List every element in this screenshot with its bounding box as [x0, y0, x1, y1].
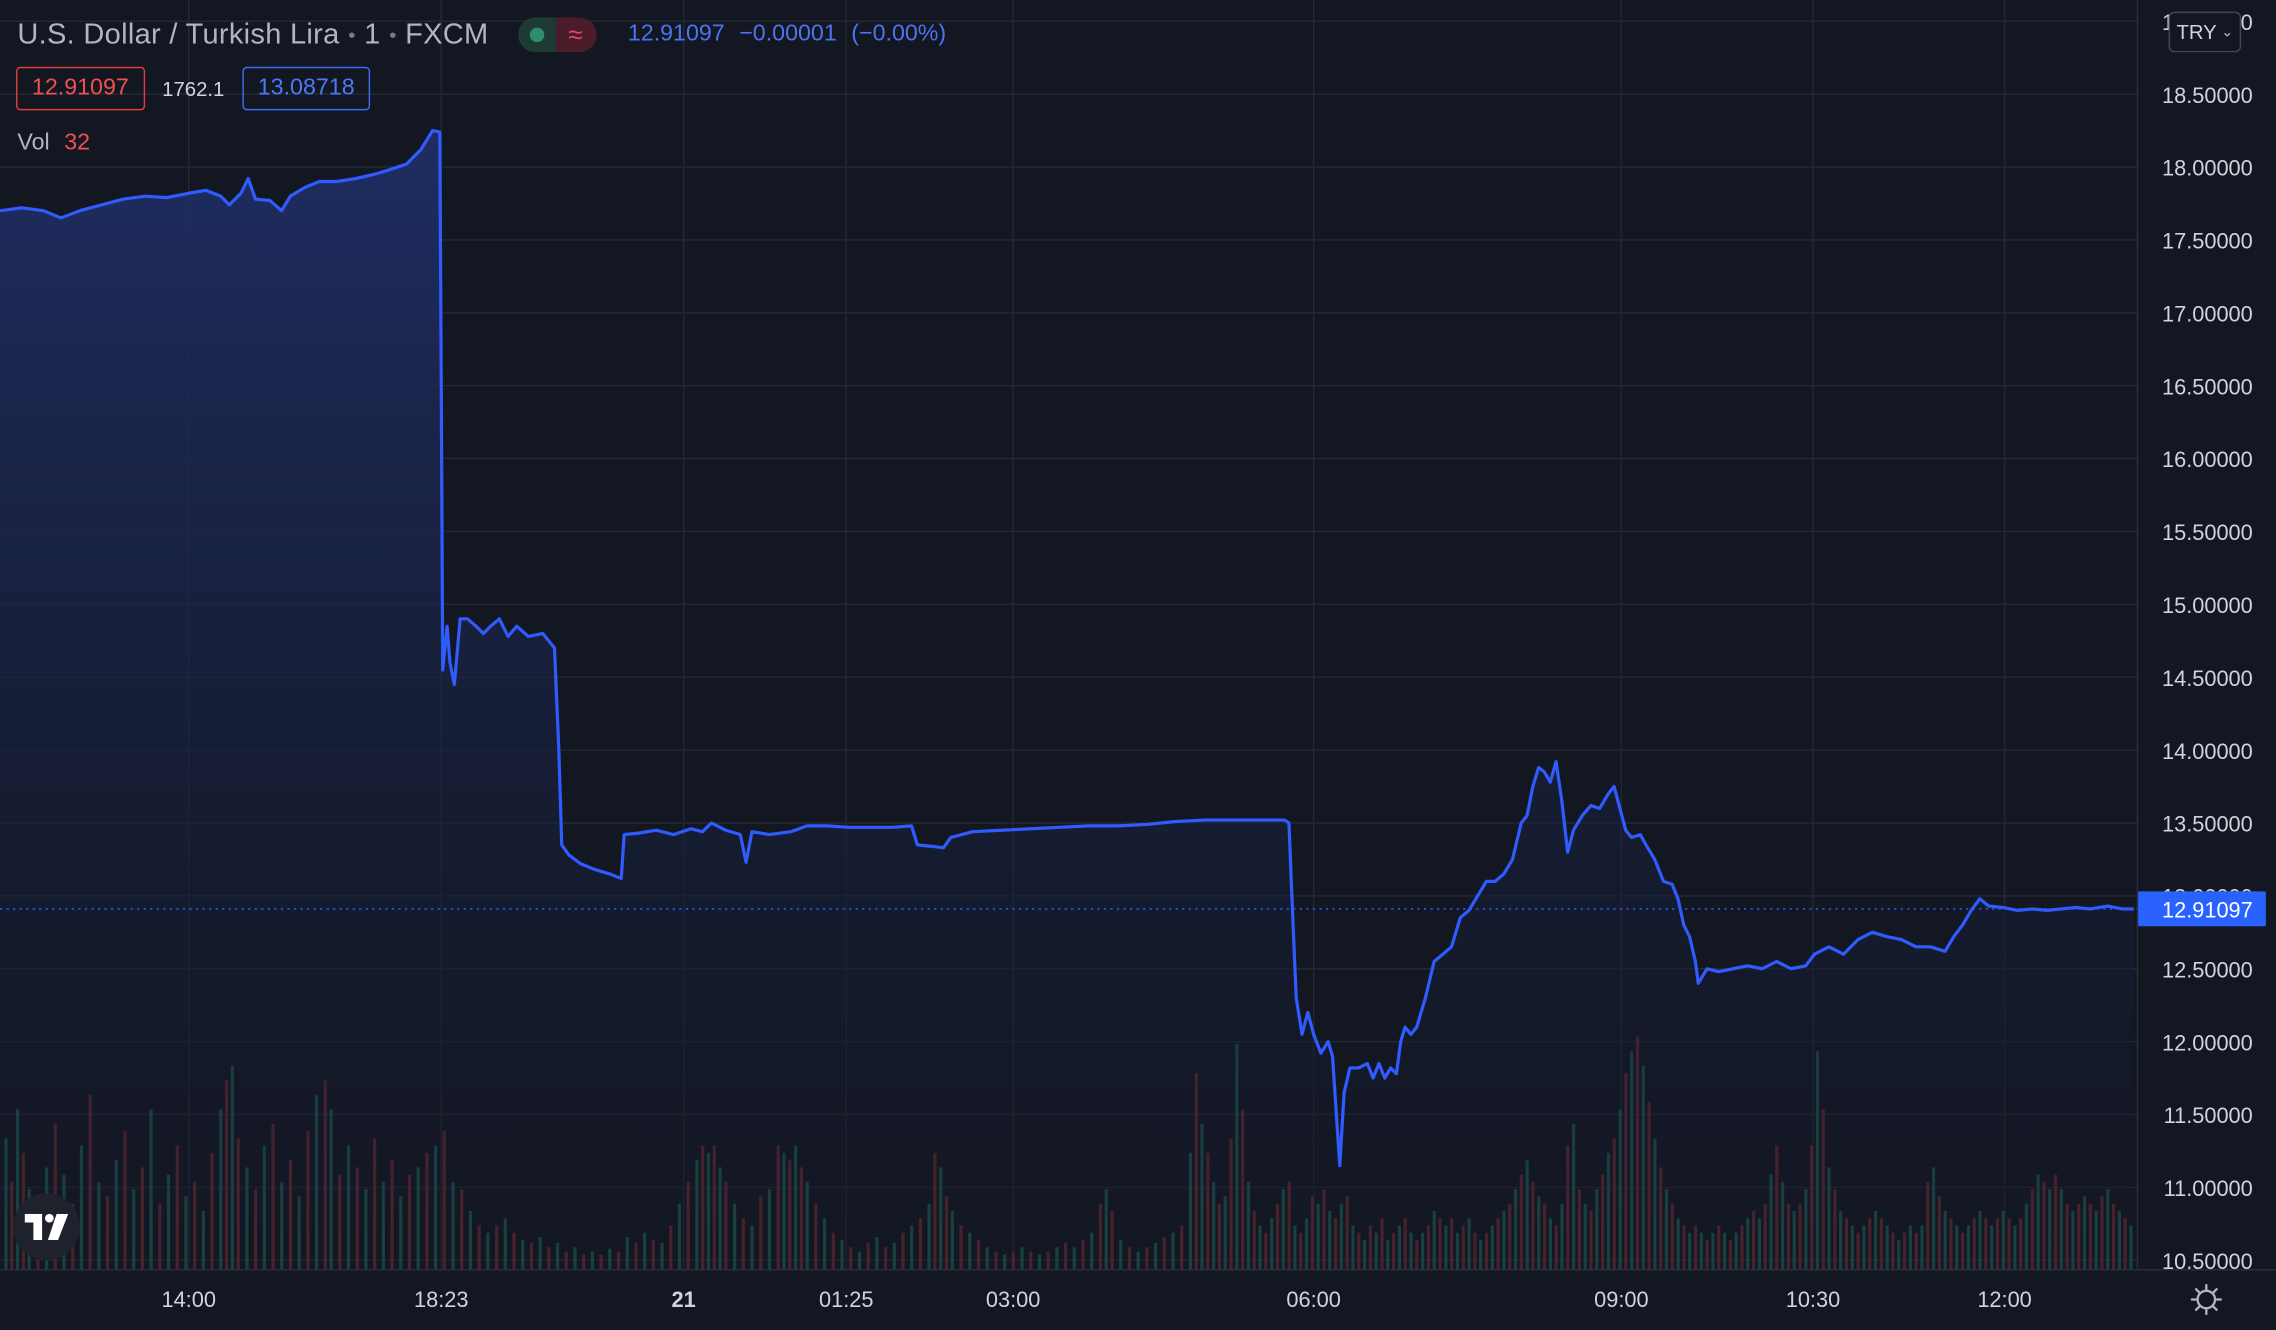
price-axis-tick-label: 11.50000 — [2164, 1103, 2253, 1128]
time-axis-tick-label: 21 — [672, 1287, 696, 1312]
time-axis-tick-label: 14:00 — [161, 1287, 215, 1312]
buy-sell-panel: 12.91097 1762.1 13.08718 — [15, 66, 371, 111]
price-axis-tick-label: 18.00000 — [2162, 156, 2253, 181]
price-axis-tick-label: 16.00000 — [2162, 447, 2253, 472]
time-axis-tick-label: 01:25 — [819, 1287, 873, 1312]
chart-stage[interactable]: 10.50000 11.00000 11.50000 12.00000 12.50000… — [0, 0, 2276, 1330]
buy-button[interactable]: 13.08718 — [241, 66, 371, 111]
price-axis-tick-label: 11.00000 — [2164, 1176, 2253, 1201]
time-axis-tick-label: 09:00 — [1594, 1287, 1648, 1312]
volume-label: Vol — [17, 130, 50, 156]
chevron-down-icon: ⌄ — [2221, 23, 2234, 40]
price-axis-tick-label: 12.50000 — [2162, 957, 2253, 982]
time-axis-tick-label: 03:00 — [986, 1287, 1040, 1312]
time-axis-tick-label: 10:30 — [1786, 1287, 1840, 1312]
separator-dot: • — [389, 23, 397, 47]
tradingview-logo-icon[interactable] — [13, 1193, 80, 1261]
time-axis-panel — [0, 1269, 2276, 1330]
market-status-icon[interactable]: ≈ — [517, 17, 596, 53]
price-change-percent: (−0.00%) — [851, 21, 947, 47]
currency-label: TRY — [2176, 20, 2217, 44]
price-axis-tick-label: 15.00000 — [2162, 593, 2253, 618]
price-axis-tick-label: 15.50000 — [2162, 520, 2253, 545]
last-price-value: 12.91097 — [627, 21, 725, 47]
symbol-legend[interactable]: U.S. Dollar / Turkish Lira • 1 • FXCM ≈ … — [17, 15, 946, 56]
price-change-value: −0.00001 — [739, 21, 837, 47]
currency-dropdown[interactable]: TRY ⌄ — [2168, 11, 2242, 53]
delayed-data-icon: ≈ — [555, 17, 596, 53]
price-axis-tick-label: 13.50000 — [2162, 812, 2253, 837]
volume-legend[interactable]: Vol 32 — [17, 131, 90, 157]
price-axis-tick-label: 12.00000 — [2162, 1030, 2253, 1055]
price-axis-tick-label: 14.50000 — [2162, 666, 2253, 691]
last-price-tag-label: 12.91097 — [2162, 898, 2253, 923]
interval-label[interactable]: 1 — [364, 18, 380, 51]
market-open-dot-icon — [517, 17, 556, 53]
symbol-name[interactable]: U.S. Dollar / Turkish Lira — [17, 18, 339, 51]
buy-price: 13.08718 — [257, 75, 355, 101]
time-axis-tick-label: 12:00 — [1977, 1287, 2031, 1312]
chart-canvas[interactable]: 10.50000 11.00000 11.50000 12.00000 12.50000… — [0, 0, 2276, 1330]
sell-button[interactable]: 12.91097 — [15, 66, 145, 111]
volume-value: 32 — [64, 130, 91, 156]
price-axis-tick-label: 17.50000 — [2162, 229, 2253, 254]
spread-value: 1762.1 — [162, 76, 225, 101]
time-axis-tick-label: 18:23 — [414, 1287, 468, 1312]
sell-price: 12.91097 — [31, 75, 129, 101]
exchange-label: FXCM — [405, 18, 489, 51]
price-axis-tick-label: 16.50000 — [2162, 374, 2253, 399]
price-axis-tick-label: 17.00000 — [2162, 301, 2253, 326]
time-axis-tick-label: 06:00 — [1286, 1287, 1340, 1312]
price-axis-tick-label: 10.50000 — [2162, 1249, 2253, 1274]
separator-dot: • — [348, 23, 356, 47]
gear-icon[interactable] — [2189, 1282, 2224, 1317]
price-axis-tick-label: 18.50000 — [2162, 83, 2253, 108]
price-axis-tick-label: 14.00000 — [2162, 739, 2253, 764]
